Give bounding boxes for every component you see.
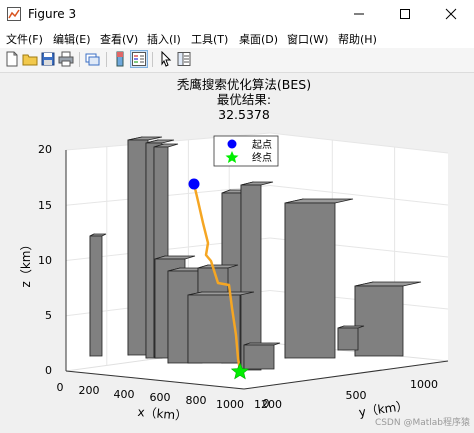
z-tick-labels: 0 5 10 15 20	[38, 143, 52, 377]
building-face	[354, 285, 404, 357]
print-icon[interactable]	[58, 51, 74, 67]
building-face	[337, 327, 359, 351]
close-button[interactable]	[428, 0, 474, 28]
y-tick-label: 1000	[410, 378, 438, 391]
menu-help[interactable]: 帮助(H)	[338, 31, 377, 47]
plot-3d: 起点 终点 秃鹰搜索优化算法(BES) 最优结果: 32.5378 0 5 10…	[19, 77, 470, 428]
building-face	[284, 202, 336, 359]
legend-start-label: 起点	[252, 139, 272, 151]
x-tick-label: 0	[57, 381, 64, 394]
x-tick-label: 200	[79, 384, 100, 397]
x-tick-label: 1000	[216, 398, 244, 411]
plot-title-line2: 最优结果:	[217, 92, 271, 107]
watermark-text: CSDN @Matlab程序猿	[375, 416, 470, 428]
menu-tools[interactable]: 工具(T)	[191, 31, 228, 47]
window-titlebar: Figure 3	[0, 0, 474, 28]
building-face	[127, 139, 149, 356]
x-axis-label: x（km）	[137, 405, 188, 423]
figure-canvas: 起点 终点 秃鹰搜索优化算法(BES) 最优结果: 32.5378 0 5 10…	[0, 73, 474, 430]
x-tick-label: 800	[186, 394, 207, 407]
plot-title-line1: 秃鹰搜索优化算法(BES)	[177, 77, 311, 92]
z-tick-label: 15	[38, 199, 52, 212]
open-folder-icon[interactable]	[22, 51, 38, 67]
x-tick-label: 400	[114, 388, 135, 401]
menu-file[interactable]: 文件(F)	[6, 31, 43, 47]
building-face	[127, 136, 163, 141]
plot-title-line3: 32.5378	[218, 107, 270, 122]
z-axis-label: z（km）	[19, 239, 33, 288]
menu-window[interactable]: 窗口(W)	[287, 31, 328, 47]
menu-bar: 文件(F) 编辑(E) 查看(V) 插入(I) 工具(T) 桌面(D) 窗口(W…	[0, 28, 474, 48]
toolbar-separator	[79, 52, 80, 67]
link-plot-icon[interactable]	[84, 51, 100, 67]
menu-edit[interactable]: 编辑(E)	[53, 31, 91, 47]
legend-end-label: 终点	[252, 151, 272, 164]
matlab-figure-icon	[7, 7, 21, 21]
minimize-icon	[354, 13, 364, 15]
pointer-icon[interactable]	[158, 51, 174, 67]
z-tick-label: 0	[45, 364, 52, 377]
window-title: Figure 3	[28, 7, 77, 21]
menu-insert[interactable]: 插入(I)	[147, 31, 181, 47]
z-tick-label: 20	[38, 143, 52, 156]
legend: 起点 终点	[213, 135, 279, 167]
figure-toolbar	[0, 48, 474, 73]
save-icon[interactable]	[40, 51, 56, 67]
building-face	[243, 344, 275, 370]
toolbar-separator	[152, 52, 153, 67]
y-tick-label: 500	[346, 389, 367, 402]
menu-view[interactable]: 查看(V)	[100, 31, 138, 47]
start-point-marker	[188, 178, 200, 190]
z-tick-label: 5	[45, 309, 52, 322]
insert-legend-icon[interactable]	[130, 50, 148, 68]
legend-start-symbol	[227, 139, 237, 149]
x-tick-label: 600	[150, 391, 171, 404]
menu-desktop[interactable]: 桌面(D)	[239, 31, 278, 47]
maximize-icon	[400, 9, 410, 19]
building-face	[240, 184, 262, 371]
property-inspector-icon[interactable]	[176, 51, 192, 67]
close-icon	[445, 8, 457, 20]
y-tick-label: 0	[263, 397, 270, 410]
new-file-icon[interactable]	[4, 51, 20, 67]
z-tick-label: 10	[38, 254, 52, 267]
minimize-button[interactable]	[336, 0, 382, 28]
maximize-button[interactable]	[382, 0, 428, 28]
toolbar-separator	[106, 52, 107, 67]
building-face	[89, 235, 103, 357]
insert-colorbar-icon[interactable]	[112, 51, 128, 67]
